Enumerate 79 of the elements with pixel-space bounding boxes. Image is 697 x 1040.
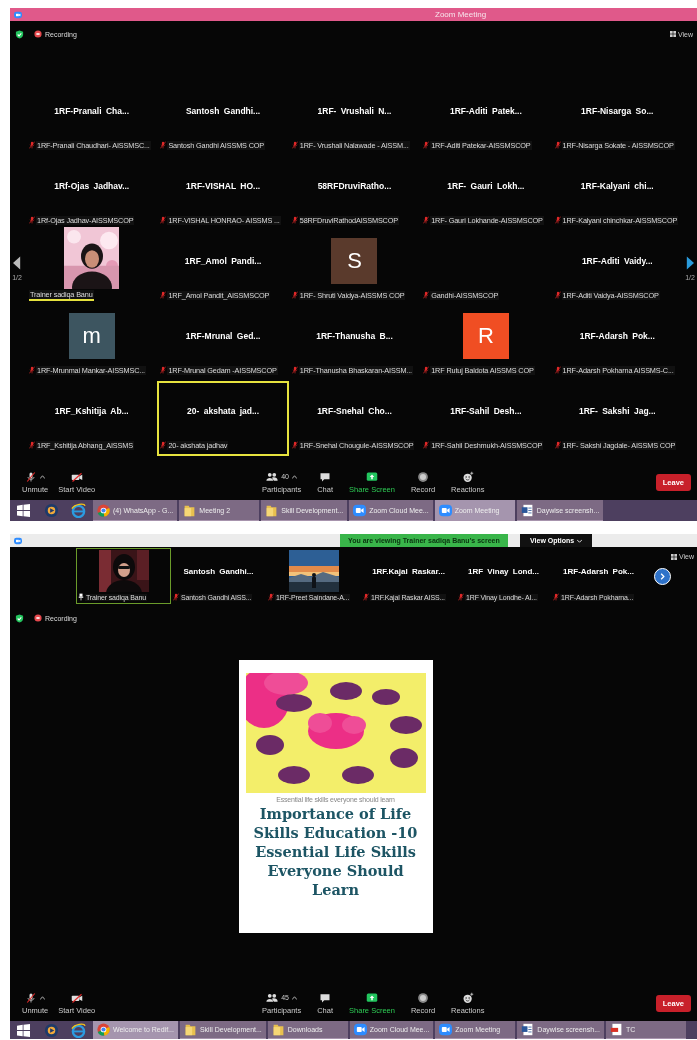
record-icon: [417, 470, 429, 483]
folder-icon: [183, 503, 197, 517]
previous-page-icon[interactable]: [13, 256, 21, 270]
smiley-icon: [461, 470, 474, 483]
smiley-icon: [461, 991, 474, 1004]
caret-icon[interactable]: [292, 474, 297, 479]
share-screen-icon: [365, 470, 378, 483]
slide-title: Importance of Life Skills Education -10 Essential Life Skills Everyone Should Learn: [252, 804, 419, 899]
participant-name: 1Rf-Ojas Jadhav...: [54, 181, 130, 191]
caret-icon[interactable]: [292, 995, 297, 1000]
grid-icon: [669, 31, 676, 37]
record-icon: [34, 30, 42, 38]
letter-avatar: S: [331, 238, 378, 284]
participant-name: 1RF.Kajal Raskar...: [372, 566, 445, 576]
browser-icon[interactable]: [71, 503, 86, 518]
video-off-icon: [70, 991, 83, 1004]
participant-name: 1RF-Pranali Cha...: [54, 106, 130, 116]
shield-icon[interactable]: [15, 613, 24, 623]
folder-icon: [183, 1023, 197, 1036]
participant-name: 1RF-VISHAL HO...: [186, 181, 261, 191]
document-icon: [521, 1023, 535, 1036]
media-player-icon[interactable]: [44, 503, 59, 518]
video-off-icon: [70, 470, 83, 483]
record-icon: [34, 614, 42, 622]
participant-name: 1RF_Amol Pandi...: [184, 256, 262, 266]
windows-start-icon[interactable]: [17, 504, 30, 517]
participant-name: 1RF-Snehal Cho...: [317, 406, 392, 416]
window-title: Zoom Meeting: [435, 10, 487, 19]
people-icon: [266, 991, 279, 1004]
browser-icon: [97, 503, 110, 517]
participant-name: 1RF-Thanusha B...: [316, 331, 393, 341]
chat-icon: [319, 470, 332, 483]
chat-icon: [319, 991, 332, 1004]
participant-name: 58RFDruviRatho...: [317, 181, 392, 191]
document-icon: [520, 503, 534, 517]
folder-icon: [271, 1023, 285, 1036]
participant-name: 1RF-Sahil Desh...: [450, 406, 522, 416]
letter-avatar: m: [68, 313, 115, 359]
camera-icon: [353, 1023, 367, 1036]
caret-icon: [577, 538, 583, 543]
participant-name: 1RF-Mrunal Ged...: [185, 331, 261, 341]
camera-icon: [353, 503, 367, 517]
participant-name: Santosh Gandhi...: [185, 106, 261, 116]
letter-avatar: R: [462, 313, 509, 359]
muted-mic-icon: [25, 470, 38, 483]
next-page-icon[interactable]: [686, 256, 694, 270]
people-icon: [266, 470, 279, 483]
participant-name: 1RF- Vrushali N...: [317, 106, 392, 116]
caret-icon[interactable]: [40, 995, 46, 1000]
participant-name: 1RF- Sakshi Jag...: [578, 406, 656, 416]
participant-name: 20- akshata jad...: [187, 406, 260, 416]
pdf-document-icon: [610, 1023, 623, 1036]
participant-name: 1RF-Aditi Patek...: [449, 106, 522, 116]
camera-icon: [14, 536, 22, 545]
muted-mic-icon: [25, 991, 38, 1004]
participant-name: 1RF-Aditi Vaidy...: [581, 256, 653, 266]
chevron-right-icon: [658, 571, 667, 581]
share-screen-icon: [365, 991, 378, 1004]
folder-icon: [265, 503, 279, 517]
participant-name: 1RF-Adarsh Pok...: [563, 566, 634, 576]
participant-name: 1RF_Kshitija Ab...: [54, 406, 129, 416]
participant-name: 1RF- Gauri Lokh...: [447, 181, 525, 191]
camera-icon: [439, 1023, 453, 1036]
grid-icon: [671, 553, 677, 560]
camera-icon: [14, 10, 22, 19]
next-page-button[interactable]: [654, 567, 671, 585]
record-icon: [417, 991, 429, 1004]
windows-start-icon[interactable]: [17, 1023, 30, 1037]
participant-name: 1RF-Adarsh Pok...: [579, 331, 655, 341]
browser-icon: [97, 1023, 110, 1036]
camera-icon: [438, 503, 452, 517]
participant-name: 1RF Vinay Lond...: [468, 566, 539, 576]
shield-icon[interactable]: [15, 29, 24, 39]
participant-name: 1RF-Nisarga So...: [581, 106, 654, 116]
media-player-icon[interactable]: [44, 1022, 59, 1038]
browser-icon[interactable]: [71, 1022, 86, 1038]
participant-name: 1RF-Kalyani chi...: [580, 181, 654, 191]
caret-icon[interactable]: [40, 474, 46, 479]
participant-name: Santosh Gandhi...: [183, 566, 254, 576]
